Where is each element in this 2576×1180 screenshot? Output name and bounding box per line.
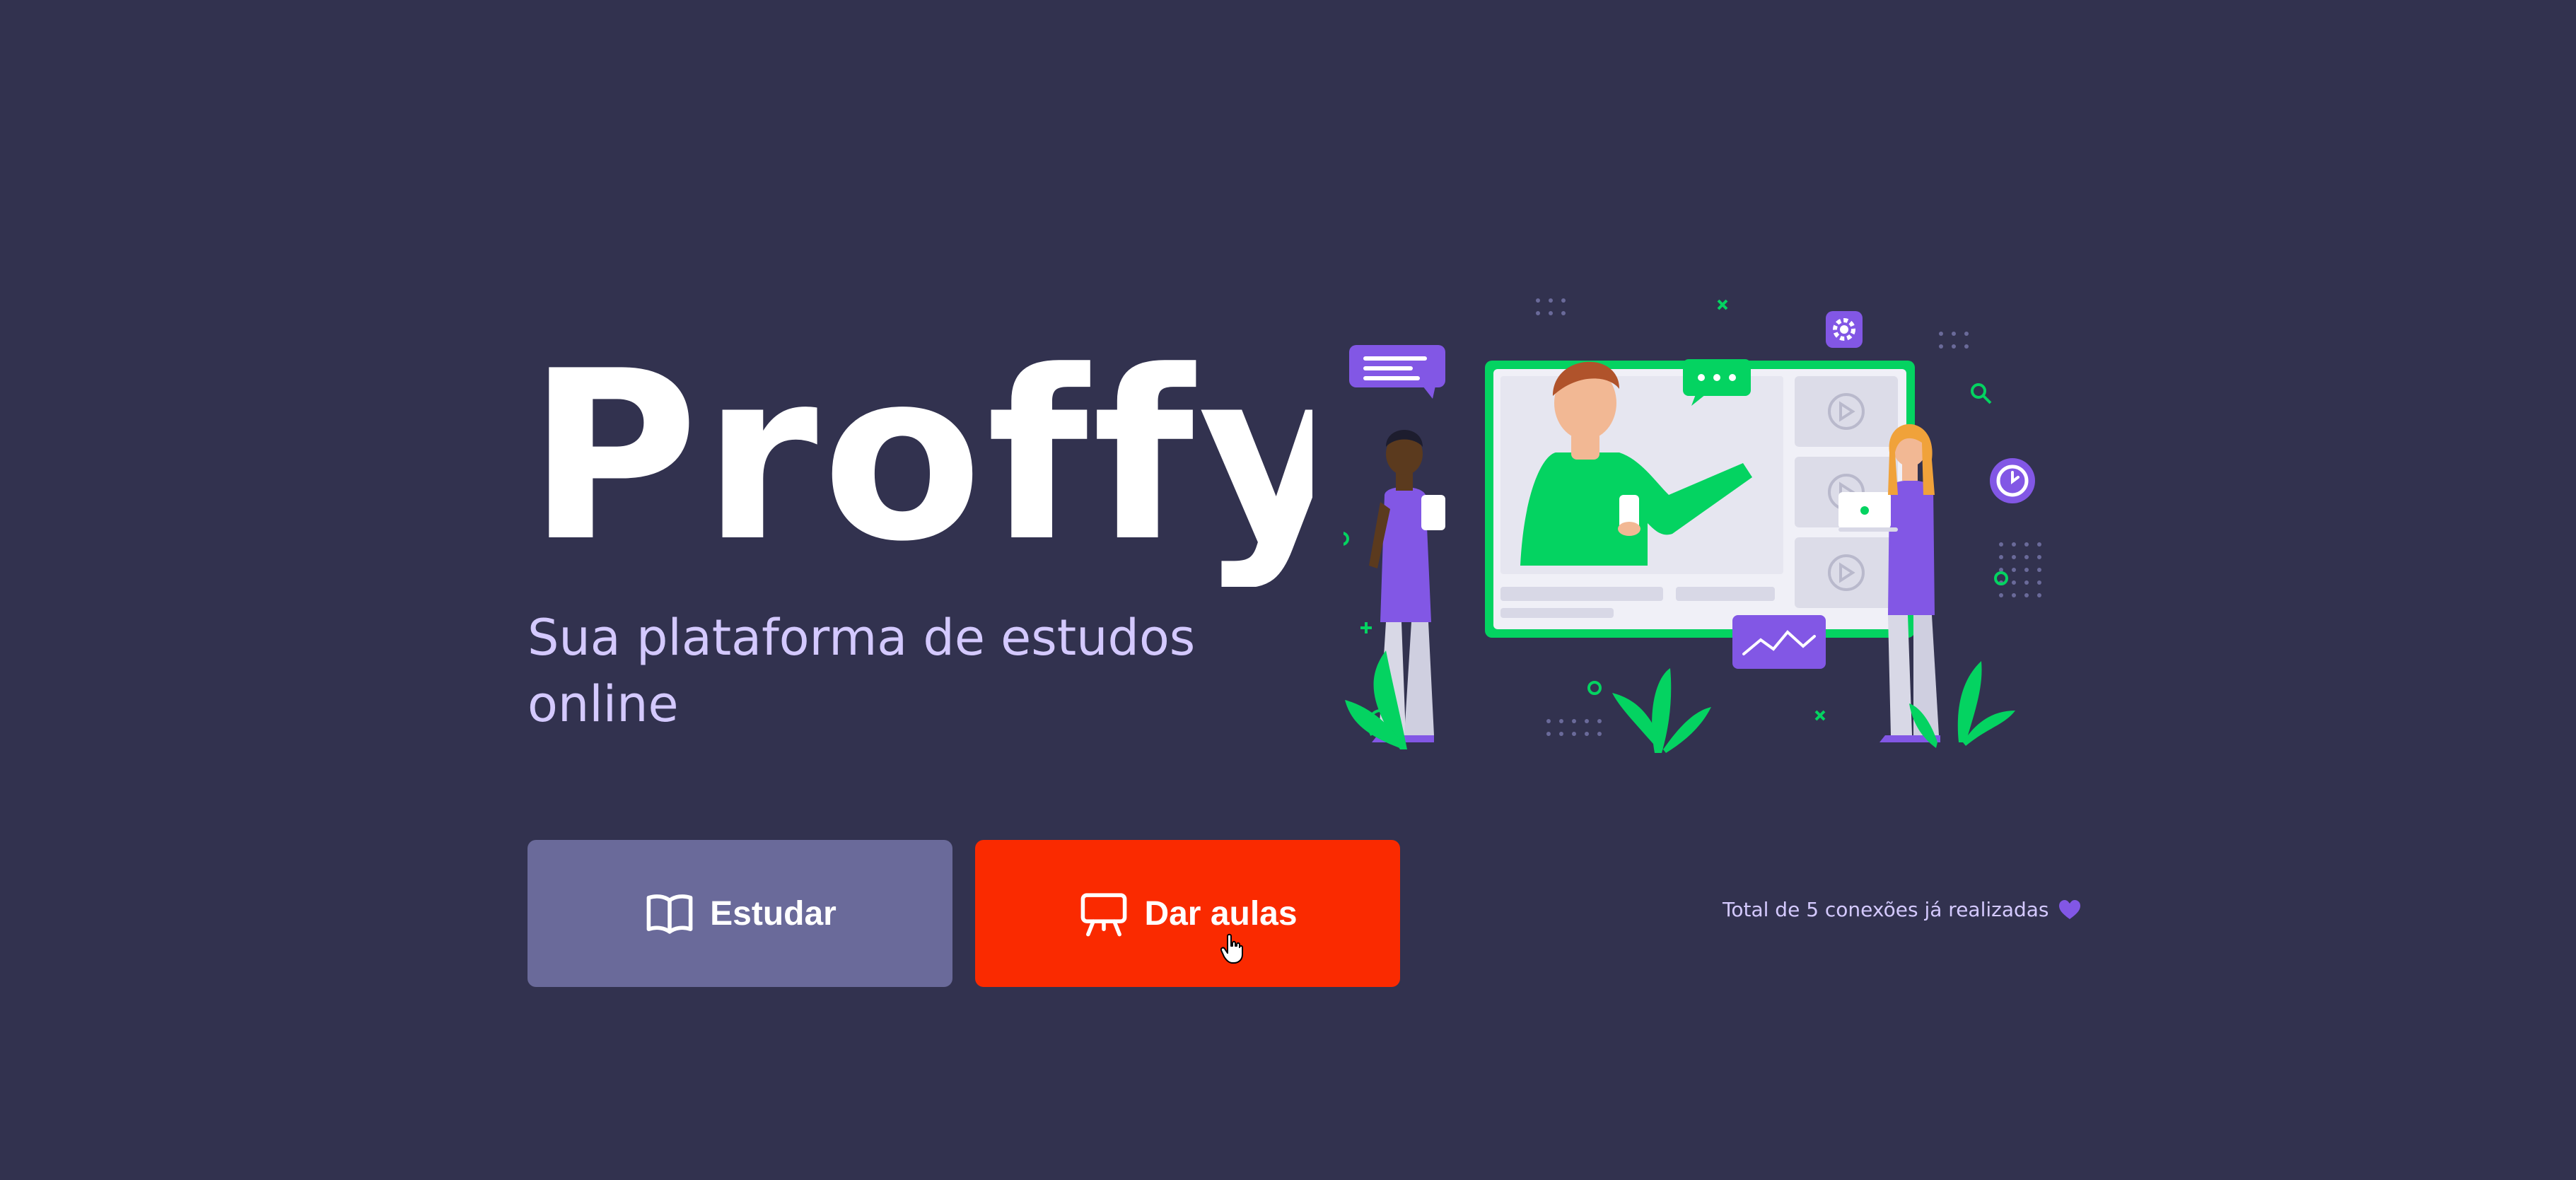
- connections-counter: Total de 5 conexões já realizadas: [1723, 898, 2082, 921]
- clock-icon: [1990, 458, 2035, 503]
- chart-icon: [1732, 615, 1826, 669]
- study-button-label: Estudar: [710, 894, 837, 933]
- proffy-logo: Proffy: [528, 332, 1312, 587]
- tagline: Sua plataforma de estudos online: [528, 609, 1196, 733]
- settings-gear-icon: [1826, 311, 1863, 348]
- presentation-board-icon: [1081, 893, 1127, 937]
- teach-button-label: Dar aulas: [1144, 894, 1298, 933]
- purple-heart-icon: [2058, 899, 2080, 919]
- mouse-pointer-icon: [1220, 933, 1243, 964]
- connections-text: Total de 5 conexões já realizadas: [1723, 898, 2049, 921]
- teach-button[interactable]: Dar aulas: [975, 840, 1400, 987]
- hero-illustration: [1344, 298, 2041, 753]
- logo-text: Proffy: [528, 332, 1312, 587]
- search-icon: [1971, 383, 1992, 404]
- chat-bubble-icon: [1349, 345, 1445, 399]
- study-button[interactable]: Estudar: [528, 840, 952, 987]
- open-book-icon: [646, 894, 693, 934]
